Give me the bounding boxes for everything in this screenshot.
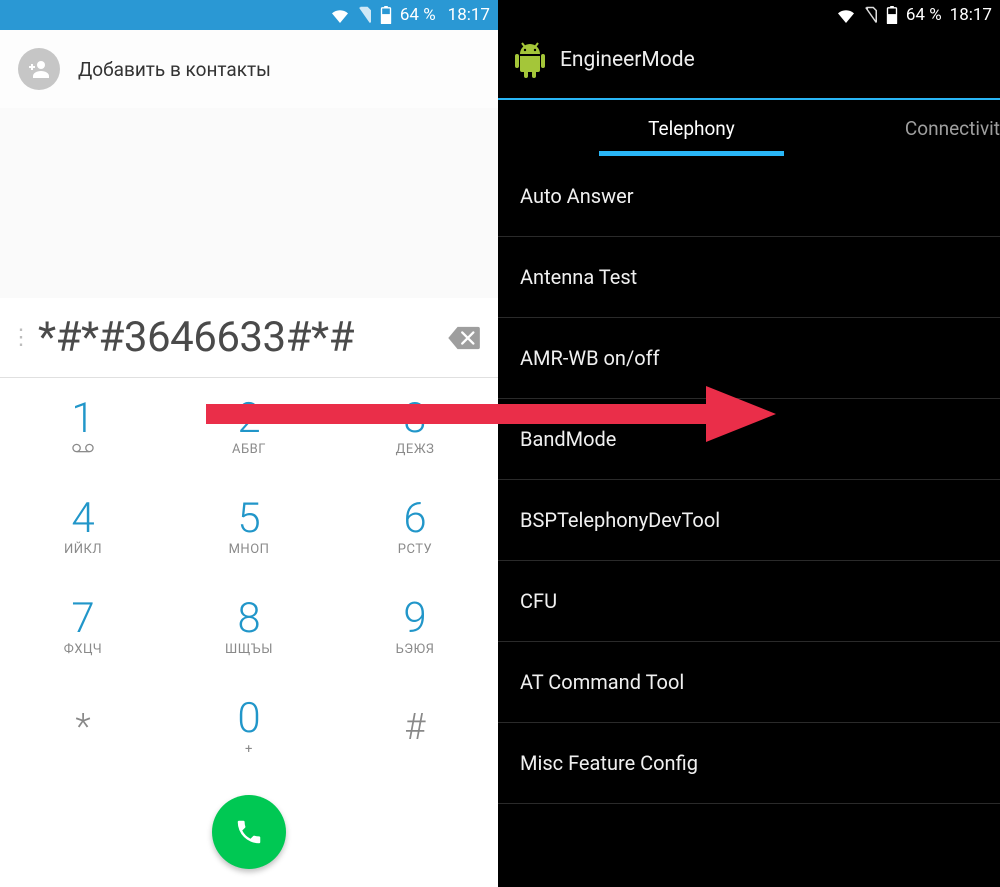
list-item[interactable]: Auto Answer — [498, 156, 1000, 237]
key-1[interactable]: 1 — [0, 378, 166, 478]
list-item[interactable]: BandMode — [498, 399, 1000, 480]
empty-area — [0, 108, 498, 298]
app-titlebar: EngineerMode — [498, 30, 1000, 100]
key-4[interactable]: 4ИЙКЛ — [0, 478, 166, 578]
battery-percent: 64 % — [906, 5, 942, 25]
call-button[interactable] — [212, 795, 286, 869]
voicemail-icon — [72, 442, 94, 457]
list-item[interactable]: Antenna Test — [498, 237, 1000, 318]
list-item[interactable]: AMR-WB on/off — [498, 318, 1000, 399]
wifi-icon — [330, 7, 350, 23]
list-item[interactable]: BSPTelephonyDevTool — [498, 480, 1000, 561]
phone-icon — [234, 817, 264, 847]
clock: 18:17 — [950, 5, 992, 25]
battery-percent: 64 % — [400, 5, 436, 25]
tab-connectivity[interactable]: Connectivit — [885, 100, 1000, 156]
key-star[interactable]: * — [0, 677, 166, 777]
key-5[interactable]: 5МНОП — [166, 478, 332, 578]
dialer-screen: 64 % 18:17 Добавить в контакты ⋮ *#*#364… — [0, 0, 498, 887]
tab-telephony[interactable]: Telephony — [498, 100, 885, 156]
android-icon — [514, 42, 546, 78]
app-title: EngineerMode — [560, 48, 695, 72]
settings-list: Auto Answer Antenna Test AMR-WB on/off B… — [498, 156, 1000, 887]
more-icon[interactable]: ⋮ — [4, 325, 38, 350]
key-8[interactable]: 8ШЩЪЫ — [166, 578, 332, 678]
keypad-empty-left — [0, 777, 166, 887]
list-item[interactable]: AT Command Tool — [498, 642, 1000, 723]
engineer-mode-screen: 64 % 18:17 EngineerMode Telephony Connec… — [498, 0, 1000, 887]
list-item[interactable]: Misc Feature Config — [498, 723, 1000, 804]
add-contact-icon — [18, 48, 60, 90]
key-9[interactable]: 9ЬЭЮЯ — [332, 578, 498, 678]
list-item[interactable]: CFU — [498, 561, 1000, 642]
status-bar: 64 % 18:17 — [0, 0, 498, 30]
keypad: 1 2АБВГ 3ДЕЖЗ 4ИЙКЛ 5МНОП 6РСТУ 7ФХЦЧ 8Ш… — [0, 378, 498, 887]
battery-icon — [380, 6, 392, 24]
clock: 18:17 — [448, 5, 490, 25]
status-bar: 64 % 18:17 — [498, 0, 1000, 30]
number-input-row: ⋮ *#*#3646633#*# — [0, 298, 498, 378]
key-hash[interactable]: # — [332, 677, 498, 777]
key-3[interactable]: 3ДЕЖЗ — [332, 378, 498, 478]
battery-icon — [886, 6, 898, 24]
key-7[interactable]: 7ФХЦЧ — [0, 578, 166, 678]
no-sim-icon — [864, 6, 878, 24]
dialed-number: *#*#3646633#*# — [38, 313, 440, 362]
add-to-contacts-row[interactable]: Добавить в контакты — [0, 30, 498, 108]
no-sim-icon — [358, 6, 372, 24]
backspace-button[interactable] — [440, 325, 490, 351]
key-6[interactable]: 6РСТУ — [332, 478, 498, 578]
tab-bar: Telephony Connectivit — [498, 100, 1000, 156]
wifi-icon — [836, 7, 856, 23]
add-contact-label: Добавить в контакты — [78, 58, 271, 81]
key-2[interactable]: 2АБВГ — [166, 378, 332, 478]
keypad-empty-right — [332, 777, 498, 887]
key-0[interactable]: 0+ — [166, 677, 332, 777]
